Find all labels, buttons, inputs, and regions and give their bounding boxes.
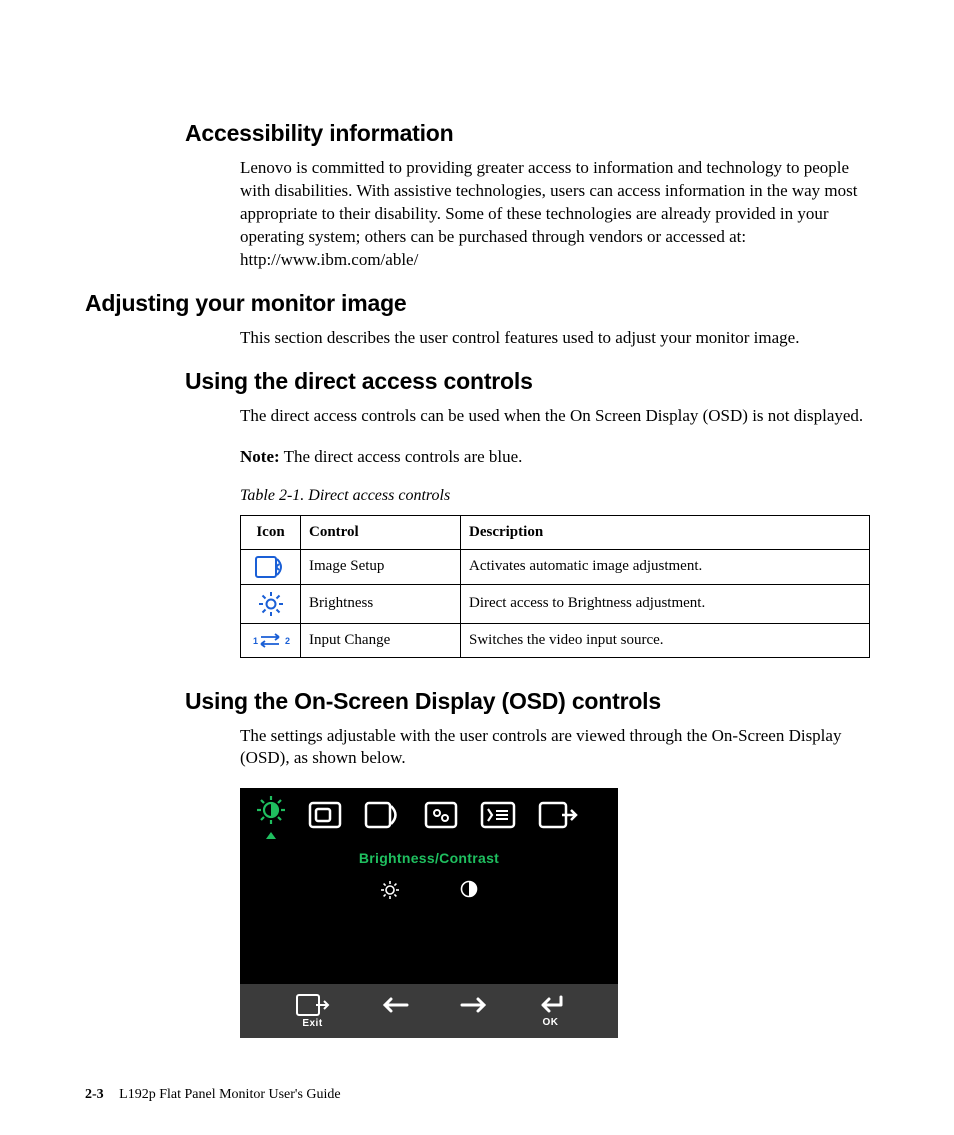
note-label: Note:: [240, 447, 280, 466]
table-header-row: Icon Control Description: [241, 515, 870, 549]
heading-adjusting: Adjusting your monitor image: [85, 290, 869, 317]
icon-input-change: 1 2: [241, 623, 301, 657]
para-note: Note: The direct access controls are blu…: [240, 446, 869, 469]
cell-control: Image Setup: [301, 549, 461, 584]
para-adjusting: This section describes the user control …: [240, 327, 869, 350]
table-row: Brightness Direct access to Brightness a…: [241, 584, 870, 623]
table-row: Image Setup Activates automatic image ad…: [241, 549, 870, 584]
direct-access-table: Icon Control Description Image Setup Act…: [240, 515, 870, 658]
osd-exit-label: Exit: [302, 1018, 322, 1029]
page-number: 2-3: [85, 1087, 104, 1102]
osd-right-arrow-button[interactable]: [460, 996, 488, 1027]
table-caption: Table 2-1. Direct access controls: [240, 487, 869, 505]
cell-control: Input Change: [301, 623, 461, 657]
osd-sub-icon-row: [240, 880, 618, 905]
osd-left-arrow-button[interactable]: [381, 996, 409, 1027]
osd-icon-exit-menu[interactable]: [538, 801, 578, 834]
osd-icon-image-position[interactable]: [308, 801, 342, 834]
heading-accessibility: Accessibility information: [185, 120, 869, 147]
para-osd: The settings adjustable with the user co…: [240, 725, 869, 771]
cell-description: Activates automatic image adjustment.: [461, 549, 870, 584]
icon-image-setup: [241, 549, 301, 584]
osd-icon-brightness-contrast[interactable]: [256, 795, 286, 830]
osd-bottom-bar: Exit OK: [240, 984, 618, 1038]
heading-direct-access: Using the direct access controls: [185, 368, 869, 395]
osd-icon-image-properties[interactable]: [424, 801, 458, 834]
th-icon: Icon: [241, 515, 301, 549]
th-description: Description: [461, 515, 870, 549]
osd-ok-button[interactable]: OK: [539, 995, 563, 1028]
osd-panel: Brightness/Contrast Exit: [240, 788, 618, 1038]
osd-top-icon-row: [240, 788, 618, 836]
osd-icon-options[interactable]: [480, 801, 516, 834]
table-row: 1 2 Input Change Switches the video inpu…: [241, 623, 870, 657]
osd-active-indicator-icon: [266, 832, 276, 839]
osd-exit-button[interactable]: Exit: [296, 994, 330, 1029]
heading-osd: Using the On-Screen Display (OSD) contro…: [185, 688, 869, 715]
osd-subicon-contrast[interactable]: [460, 880, 478, 905]
cell-description: Direct access to Brightness adjustment.: [461, 584, 870, 623]
svg-text:1: 1: [253, 636, 258, 646]
th-control: Control: [301, 515, 461, 549]
osd-icon-image-setup[interactable]: [364, 801, 402, 834]
osd-ok-label: OK: [543, 1017, 559, 1028]
cell-control: Brightness: [301, 584, 461, 623]
osd-subicon-brightness[interactable]: [380, 880, 400, 905]
note-text: The direct access controls are blue.: [280, 447, 523, 466]
page-footer: 2-3 L192p Flat Panel Monitor User's Guid…: [85, 1087, 341, 1103]
cell-description: Switches the video input source.: [461, 623, 870, 657]
footer-title: L192p Flat Panel Monitor User's Guide: [119, 1087, 340, 1102]
icon-brightness: [241, 584, 301, 623]
osd-active-label: Brightness/Contrast: [240, 850, 618, 866]
para-accessibility: Lenovo is committed to providing greater…: [240, 157, 869, 272]
para-direct-access: The direct access controls can be used w…: [240, 405, 869, 428]
svg-text:2: 2: [285, 636, 290, 646]
